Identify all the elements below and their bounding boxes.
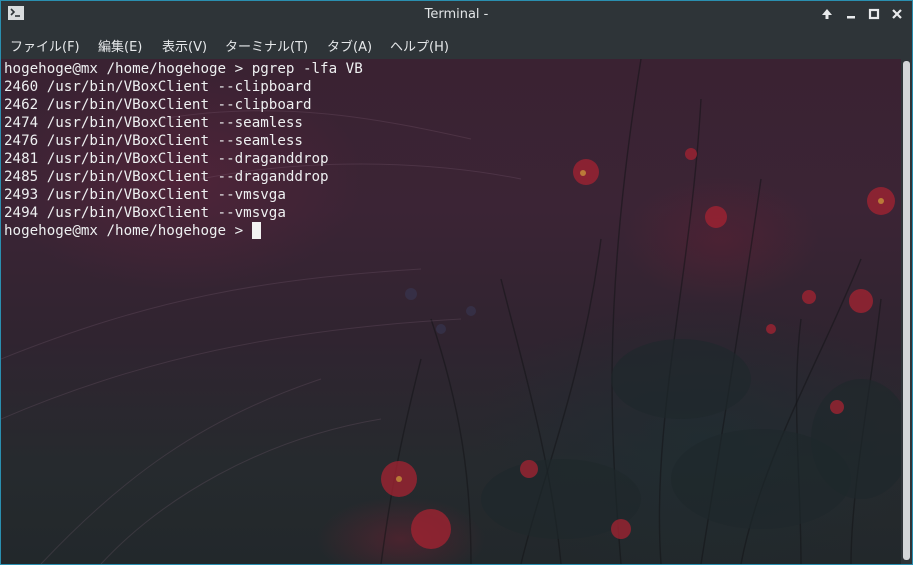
minimize-icon[interactable]: [842, 5, 860, 23]
vertical-scrollbar[interactable]: [901, 59, 912, 564]
shell-prompt: hogehoge@mx /home/hogehoge >: [4, 223, 252, 239]
menu-help[interactable]: ヘルプ(H): [390, 36, 449, 55]
menu-tabs[interactable]: タブ(A): [327, 36, 372, 55]
terminal-line: 2476 /usr/bin/VBoxClient --seamless: [4, 133, 303, 149]
terminal-output-area[interactable]: hogehoge@mx /home/hogehoge > pgrep -lfa …: [1, 59, 901, 564]
terminal-line: hogehoge@mx /home/hogehoge > pgrep -lfa …: [4, 61, 363, 77]
terminal-window: Terminal - ファイル(F) 編集(E) 表示(V) ターミナル(T) …: [0, 0, 913, 565]
title-bar[interactable]: Terminal -: [1, 1, 912, 27]
close-icon[interactable]: [888, 5, 906, 23]
menu-view[interactable]: 表示(V): [162, 36, 207, 55]
prompt-line[interactable]: hogehoge@mx /home/hogehoge >: [4, 222, 363, 240]
terminal-text: hogehoge@mx /home/hogehoge > pgrep -lfa …: [4, 60, 363, 240]
terminal-line: 2485 /usr/bin/VBoxClient --draganddrop: [4, 169, 329, 185]
menu-terminal[interactable]: ターミナル(T): [225, 36, 308, 55]
arrow-up-icon[interactable]: [818, 5, 836, 23]
menu-edit[interactable]: 編集(E): [98, 36, 142, 55]
terminal-line: 2493 /usr/bin/VBoxClient --vmsvga: [4, 187, 286, 203]
terminal-line: 2460 /usr/bin/VBoxClient --clipboard: [4, 79, 312, 95]
terminal-line: 2462 /usr/bin/VBoxClient --clipboard: [4, 97, 312, 113]
terminal-line: 2481 /usr/bin/VBoxClient --draganddrop: [4, 151, 329, 167]
menu-bar: ファイル(F) 編集(E) 表示(V) ターミナル(T) タブ(A) ヘルプ(H…: [1, 27, 912, 59]
terminal-line: 2474 /usr/bin/VBoxClient --seamless: [4, 115, 303, 131]
window-title: Terminal -: [424, 7, 489, 22]
menu-file[interactable]: ファイル(F): [10, 36, 80, 55]
maximize-icon[interactable]: [865, 5, 883, 23]
text-cursor: [251, 222, 261, 239]
scrollbar-thumb[interactable]: [903, 61, 910, 560]
terminal-line: 2494 /usr/bin/VBoxClient --vmsvga: [4, 205, 286, 221]
